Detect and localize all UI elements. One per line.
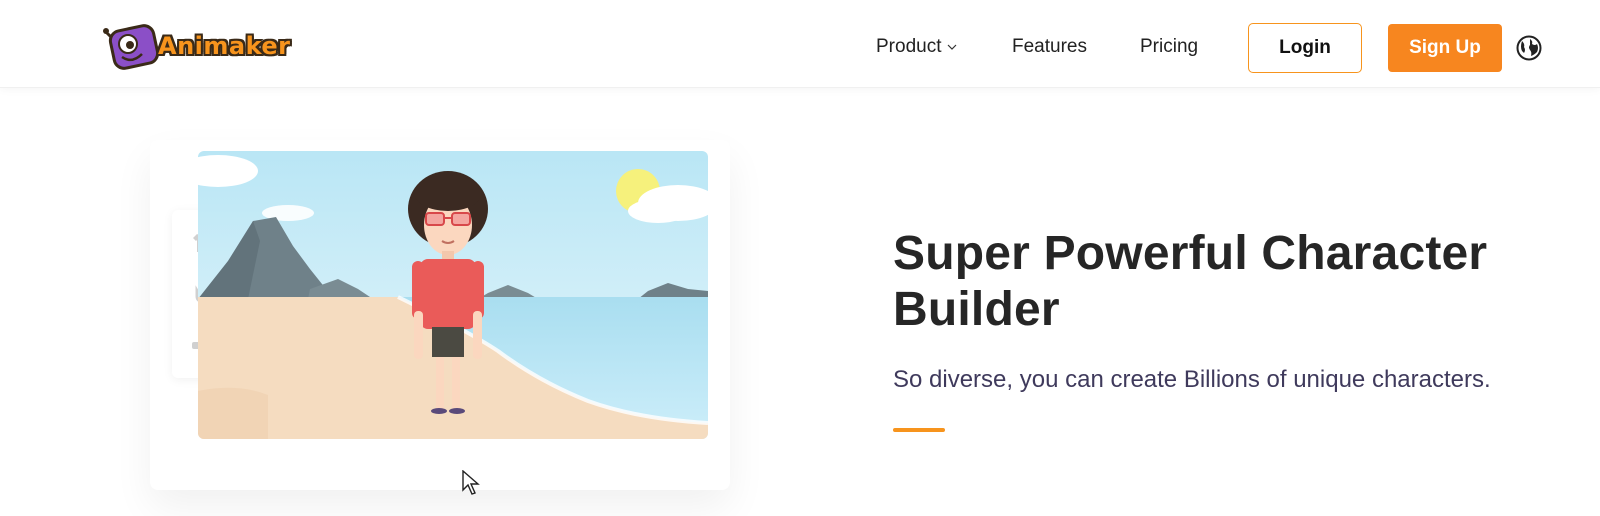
nav-features-link[interactable]: Features [1012, 36, 1087, 58]
nav-product-label: Product [876, 36, 942, 57]
animaker-logo[interactable]: Animaker [102, 20, 290, 72]
logo-wordmark: Animaker [158, 32, 291, 60]
nav-product-dropdown[interactable]: Product [876, 36, 957, 58]
nav-pricing-link[interactable]: Pricing [1140, 36, 1198, 58]
chevron-down-icon [948, 44, 957, 50]
hero-headline: Super Powerful Character Builder [893, 227, 1488, 336]
signup-button[interactable]: Sign Up [1388, 24, 1502, 72]
site-header: Animaker Product Features Pricing Login … [0, 0, 1600, 88]
beach-scene-image [198, 151, 708, 439]
animaker-mascot-icon [103, 24, 160, 70]
globe-icon[interactable] [1516, 35, 1542, 61]
accent-divider [893, 428, 945, 432]
login-button[interactable]: Login [1248, 23, 1362, 73]
hero-subtext: So diverse, you can create Billions of u… [893, 366, 1491, 393]
mouse-pointer-icon [462, 470, 480, 495]
